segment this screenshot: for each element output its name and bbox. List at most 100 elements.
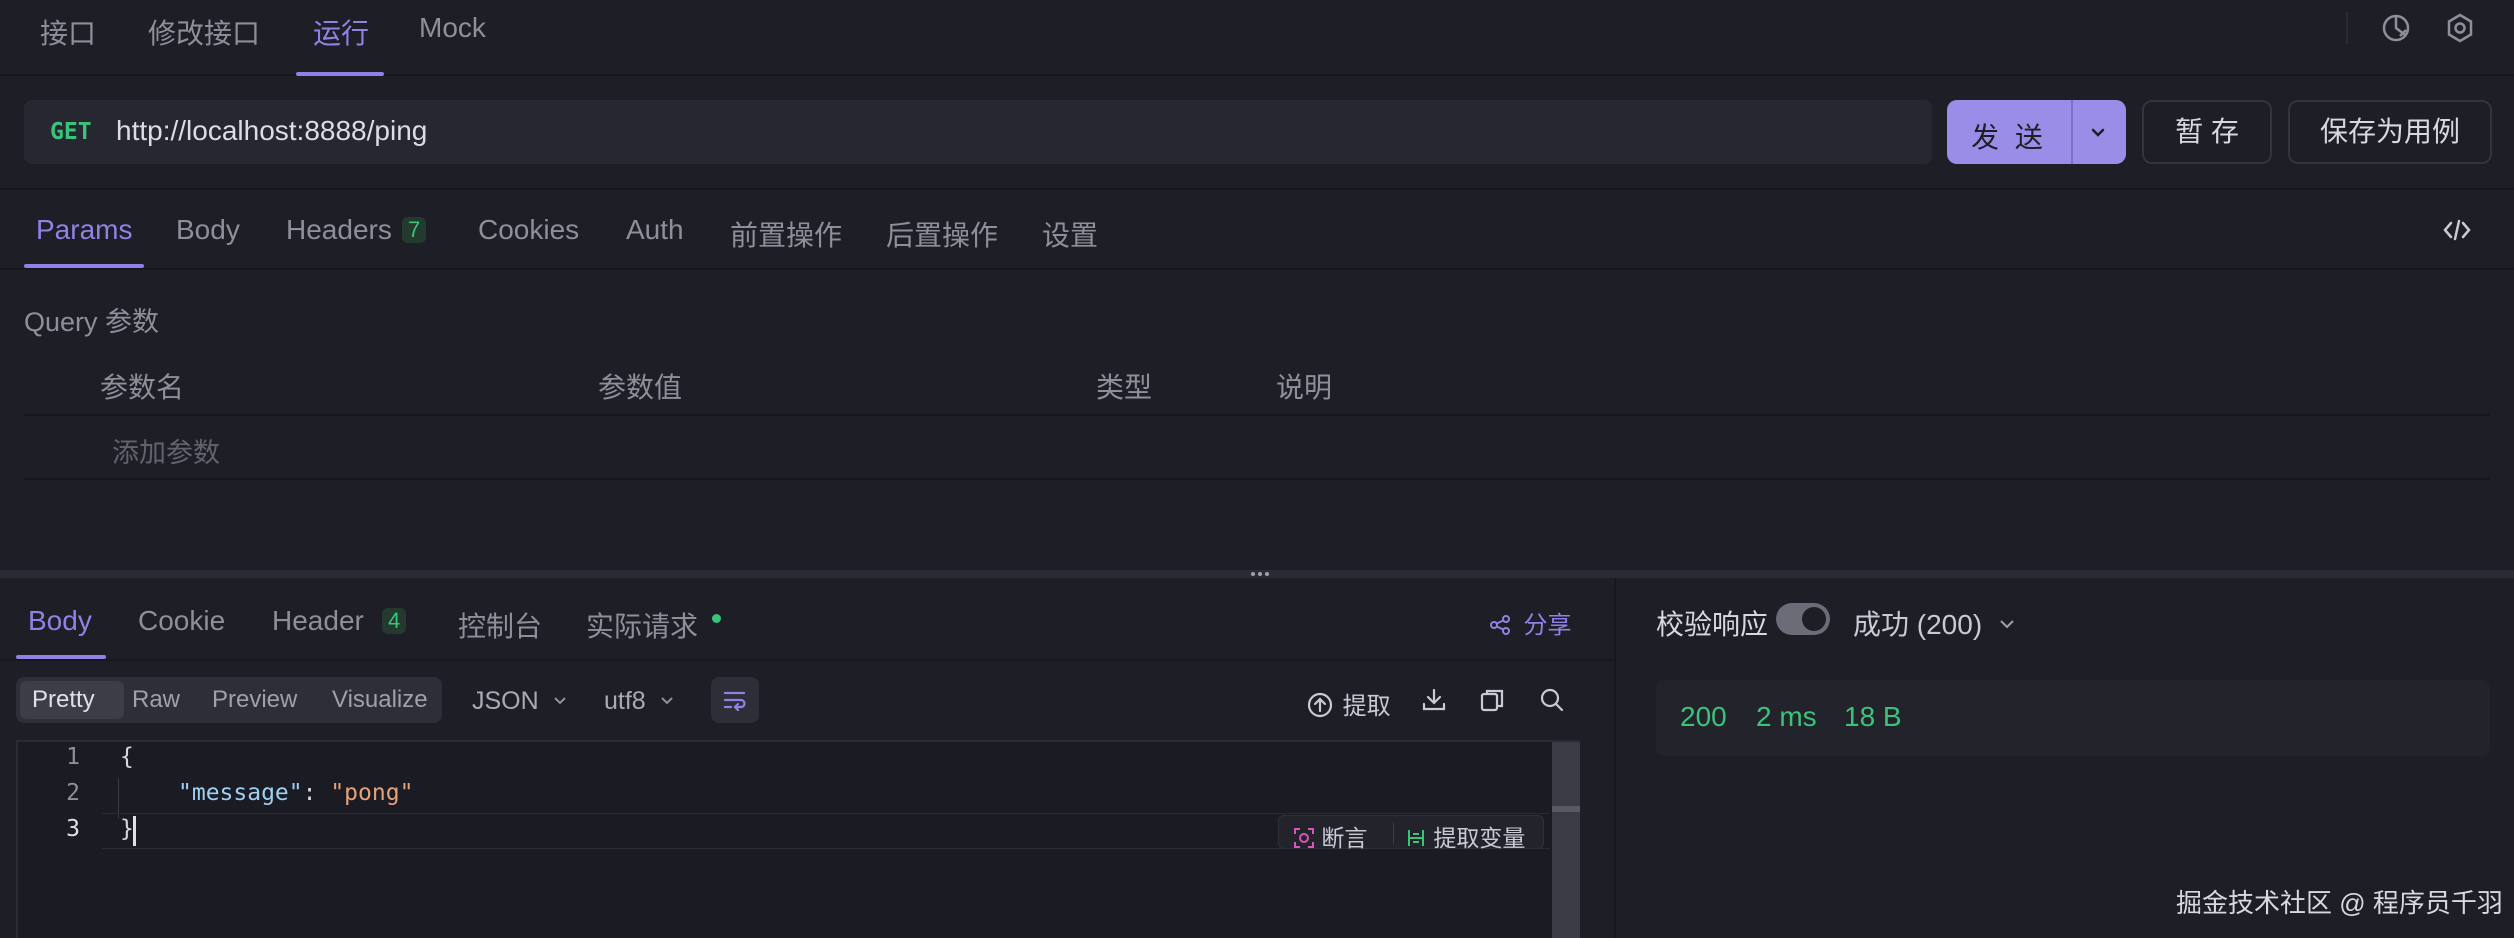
- status-code: 200: [1680, 701, 1727, 732]
- toggle-knob: [1802, 607, 1826, 631]
- format-select[interactable]: JSON: [472, 687, 568, 716]
- history-icon[interactable]: [2376, 8, 2416, 48]
- http-method[interactable]: GET: [50, 119, 92, 145]
- inline-action-bar: 断言 提取变量: [1278, 815, 1544, 851]
- encoding-value: utf8: [604, 687, 646, 715]
- save-button[interactable]: 暂 存: [2142, 100, 2272, 164]
- json-separator: :: [302, 780, 331, 806]
- toolbar-divider: [2346, 12, 2348, 44]
- column-param-value: 参数值: [598, 372, 683, 403]
- download-icon[interactable]: [1420, 686, 1448, 714]
- column-type: 类型: [1096, 372, 1153, 403]
- tab-post-request[interactable]: 后置操作: [886, 214, 998, 254]
- save-as-case-button[interactable]: 保存为用例: [2288, 100, 2492, 164]
- indent-guide: [118, 778, 119, 818]
- url-input[interactable]: http://localhost:8888/ping: [116, 115, 427, 147]
- url-bar[interactable]: GET http://localhost:8888/ping: [24, 100, 1932, 164]
- column-description: 说明: [1276, 372, 1333, 403]
- search-icon[interactable]: [1538, 686, 1566, 714]
- table-divider: [24, 414, 2490, 416]
- tab-run-underline: [296, 72, 384, 76]
- format-value: JSON: [472, 687, 539, 715]
- line-number: 1: [66, 744, 80, 770]
- editor-scrollbar[interactable]: [1552, 742, 1580, 938]
- extract-variable-button[interactable]: 提取变量: [1405, 819, 1525, 853]
- response-tab-body[interactable]: Body: [28, 605, 92, 637]
- share-button[interactable]: 分享: [1488, 605, 1572, 640]
- headers-count-badge: 7: [402, 217, 427, 243]
- tab-edit-interface[interactable]: 修改接口: [148, 12, 260, 52]
- wrap-lines-icon: [723, 691, 746, 712]
- extract-variable-icon: [1408, 830, 1424, 846]
- view-mode-segmented: Pretty Raw Preview Visualize: [16, 677, 442, 723]
- tab-params[interactable]: Params: [36, 214, 132, 246]
- extract-icon: [1307, 692, 1333, 718]
- panel-divider[interactable]: [1614, 578, 1616, 938]
- response-tab-header[interactable]: Header: [272, 605, 364, 637]
- extract-variable-label: 提取变量: [1433, 825, 1526, 851]
- validate-response-label: 校验响应: [1656, 609, 1769, 640]
- table-divider: [24, 478, 2490, 480]
- column-param-name: 参数名: [100, 372, 185, 403]
- tab-interface[interactable]: 接口: [40, 12, 96, 52]
- chevron-down-icon: [553, 697, 566, 705]
- line-number: 2: [66, 780, 80, 806]
- response-tab-console[interactable]: 控制台: [458, 605, 542, 645]
- tab-run[interactable]: 运行: [313, 12, 369, 52]
- top-tab-bar: 接口 修改接口 运行 Mock: [0, 0, 2514, 76]
- code-snippet-icon[interactable]: [2442, 216, 2472, 244]
- add-param-input[interactable]: 添加参数: [112, 431, 220, 470]
- view-mode-raw[interactable]: Raw: [132, 686, 180, 714]
- response-status-value: 成功 (200): [1853, 609, 1983, 640]
- json-key: "message": [178, 780, 303, 806]
- encoding-select[interactable]: utf8: [604, 687, 675, 716]
- drag-handle-icon[interactable]: [1249, 571, 1271, 577]
- view-mode-pretty[interactable]: Pretty: [32, 686, 95, 714]
- validate-response-toggle[interactable]: [1776, 603, 1830, 635]
- share-label: 分享: [1523, 612, 1572, 639]
- tab-cookies[interactable]: Cookies: [478, 214, 579, 246]
- extract-button[interactable]: 提取: [1306, 686, 1391, 721]
- response-status-select[interactable]: 成功 (200): [1853, 603, 2016, 643]
- response-metrics: 200 2 ms 18 B: [1656, 680, 2490, 756]
- chevron-down-icon[interactable]: [2087, 122, 2109, 144]
- tab-settings[interactable]: 设置: [1042, 214, 1098, 254]
- divider: [0, 659, 1614, 661]
- view-mode-preview[interactable]: Preview: [212, 686, 297, 714]
- editor-scrollbar-thumb[interactable]: [1552, 806, 1580, 812]
- chevron-down-icon: [2000, 620, 2014, 629]
- tab-body[interactable]: Body: [176, 214, 240, 246]
- wrap-lines-button[interactable]: [711, 677, 759, 723]
- divider: [0, 268, 2514, 270]
- assert-label: 断言: [1321, 825, 1368, 851]
- code-line: {: [120, 744, 134, 770]
- inline-divider: [1393, 822, 1394, 844]
- response-tab-cookie[interactable]: Cookie: [138, 605, 225, 637]
- send-button[interactable]: 发 送: [1947, 116, 2071, 156]
- send-button-group: 发 送: [1947, 100, 2126, 164]
- tab-auth[interactable]: Auth: [626, 214, 684, 246]
- tab-mock[interactable]: Mock: [419, 12, 486, 44]
- share-icon: [1490, 615, 1510, 635]
- line-number: 3: [66, 816, 80, 842]
- copy-icon[interactable]: [1478, 686, 1506, 714]
- tab-pre-request[interactable]: 前置操作: [730, 214, 842, 254]
- view-mode-visualize[interactable]: Visualize: [332, 686, 428, 714]
- query-section-label: Query 参数: [24, 307, 160, 337]
- extract-label: 提取: [1342, 693, 1391, 720]
- response-size: 18 B: [1844, 701, 1902, 732]
- json-string: "pong": [330, 780, 414, 806]
- response-header-count-badge: 4: [382, 608, 407, 634]
- code-line: }: [120, 816, 134, 842]
- assert-icon: [1294, 828, 1314, 848]
- assert-button[interactable]: 断言: [1293, 819, 1367, 853]
- code-line: "message": "pong": [178, 780, 413, 806]
- status-dot: [712, 614, 721, 623]
- response-tab-actual-request[interactable]: 实际请求: [586, 605, 698, 645]
- send-divider: [2071, 100, 2073, 164]
- settings-icon[interactable]: [2440, 8, 2480, 48]
- response-time: 2 ms: [1756, 701, 1817, 732]
- tab-headers[interactable]: Headers: [286, 214, 392, 246]
- watermark: 掘金技术社区 @ 程序员千羽: [2176, 888, 2503, 918]
- text-cursor: [133, 816, 136, 846]
